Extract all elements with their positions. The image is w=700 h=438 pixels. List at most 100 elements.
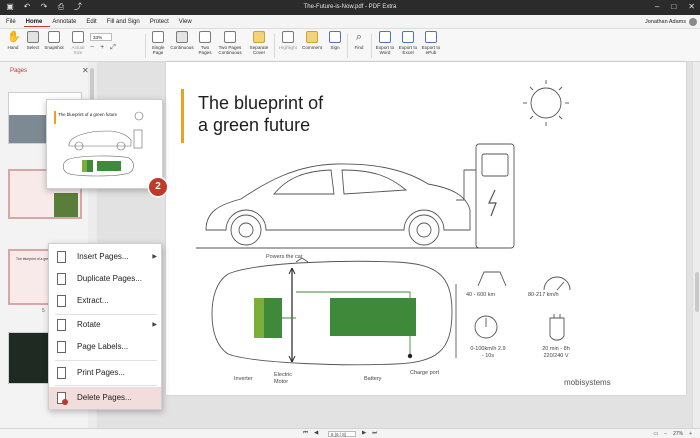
zoom-in-icon[interactable]: + [100, 44, 104, 52]
ribbon-divider [145, 34, 146, 58]
menu-item-insert-pages[interactable]: Insert Pages... ▶ [49, 246, 161, 268]
zoom-in-status-icon[interactable]: + [689, 431, 692, 437]
charge-port-dot [407, 353, 413, 359]
car-wheel [408, 214, 440, 246]
last-page-icon[interactable]: ⏭ [372, 430, 377, 437]
electric-motor-label: Electric Motor [274, 372, 293, 385]
minimize-icon[interactable]: – [655, 2, 659, 12]
menu-item-label: Rotate [77, 320, 101, 329]
two-pages-continuous-button[interactable]: Two Pages Continuous [216, 31, 244, 55]
charge-port-label: Charge port [410, 370, 440, 376]
two-pages-button[interactable]: Two Pages [196, 31, 214, 55]
zoom-level[interactable]: 27% [673, 431, 683, 437]
continuous-button[interactable]: Continuous [170, 31, 194, 50]
duplicate-pages-icon [57, 273, 66, 285]
menu-item-duplicate-pages[interactable]: Duplicate Pages... [49, 268, 161, 290]
title-bar: ▣ ↶ ↷ ⎙ ⤴ The-Future-is-Now.pdf - PDF Ex… [0, 0, 700, 15]
ribbon-divider [371, 34, 372, 58]
export-epub-button[interactable]: Export to ePub [420, 31, 442, 55]
export-excel-button[interactable]: Export to Excel [397, 31, 419, 55]
speedometer-icon [543, 276, 571, 291]
menu-item-delete-pages[interactable]: Delete Pages... [49, 387, 161, 409]
first-page-icon[interactable]: ⏮ [303, 430, 308, 437]
next-page-icon[interactable]: ▶ [362, 430, 366, 437]
pages-panel-title: Pages [10, 68, 28, 74]
menu-item-label: Delete Pages... [77, 393, 132, 402]
single-page-icon [152, 31, 164, 43]
status-bar: ⏮ ◀ 6 (6 / 8) ▶ ⏭ ▭ − 27% + [0, 428, 700, 438]
menu-item-extract[interactable]: Extract... [49, 290, 161, 312]
hand-button[interactable]: ✋ Hand [4, 31, 22, 50]
search-icon: ⌕ [355, 31, 363, 43]
prev-page-icon[interactable]: ◀ [314, 430, 318, 437]
inverter-label: Inverter [234, 376, 253, 382]
scrollbar-thumb[interactable] [695, 272, 699, 312]
continuous-icon [176, 31, 188, 43]
menu-annotate[interactable]: Annotate [50, 18, 84, 27]
sun-icon [530, 87, 562, 119]
export-word-button[interactable]: Export to Word [374, 31, 396, 55]
menu-home[interactable]: Home [23, 18, 51, 27]
hand-icon: ✋ [7, 31, 21, 43]
word-icon [379, 31, 391, 43]
car-wheel [230, 214, 262, 246]
window-title: The-Future-is-Now.pdf - PDF Extra [303, 4, 397, 10]
maximize-icon[interactable]: □ [671, 2, 676, 12]
ribbon-toolbar: ✋ Hand Select Snapshot Actual Size 33% − … [0, 29, 700, 62]
fit-icon[interactable]: ⤢ [110, 44, 116, 52]
submenu-arrow-icon: ▶ [152, 254, 157, 260]
powers-label: Powers the car [266, 254, 303, 260]
menu-separator [55, 385, 157, 386]
menu-item-rotate[interactable]: Rotate ▶ [49, 314, 161, 336]
menu-file[interactable]: File [4, 18, 24, 27]
insert-pages-icon [57, 251, 66, 263]
sign-button[interactable]: Sign [326, 31, 344, 50]
motor-block [264, 298, 282, 338]
menu-item-print-pages[interactable]: Print Pages... [49, 362, 161, 384]
document-area[interactable]: The blueprint of a green future Powers t… [97, 62, 692, 428]
two-pages-icon [199, 31, 211, 43]
user-name[interactable]: Jonathan Adams [645, 19, 686, 25]
page-drag-preview: The blueprint of a green future [46, 99, 163, 189]
menu-item-page-labels[interactable]: Page Labels... [49, 336, 161, 358]
zoom-out-status-icon[interactable]: − [664, 431, 667, 437]
menu-item-label: Extract... [77, 296, 109, 305]
menu-view[interactable]: View [177, 18, 200, 27]
car-window [341, 169, 408, 195]
highlight-icon [282, 31, 294, 43]
separate-cover-button[interactable]: Separate Cover [247, 31, 271, 55]
zoom-out-icon[interactable]: − [90, 44, 94, 52]
submenu-arrow-icon: ▶ [152, 322, 157, 328]
close-icon[interactable]: ✕ [688, 2, 695, 12]
range-icon [477, 271, 507, 287]
highlight-button[interactable]: Highlight [277, 31, 299, 50]
battery-block [330, 298, 416, 336]
menu-item-label: Print Pages... [77, 368, 126, 377]
plug-icon [549, 317, 565, 341]
document-scrollbar[interactable] [692, 62, 700, 428]
page-number: 5 [42, 308, 45, 314]
thumbnail-image [54, 193, 78, 217]
zoom-input[interactable]: 33% [90, 33, 112, 41]
menu-item-label: Duplicate Pages... [77, 274, 142, 283]
find-button[interactable]: ⌕ Find [350, 31, 368, 50]
actual-size-button[interactable]: Actual Size [69, 31, 87, 55]
preview-illustration [62, 111, 144, 177]
snapshot-button[interactable]: Snapshot [43, 31, 65, 50]
page-labels-icon [57, 341, 66, 353]
cursor-icon [27, 31, 39, 43]
menu-fill-and-sign[interactable]: Fill and Sign [105, 18, 148, 27]
page-number-input[interactable]: 6 (6 / 8) [328, 431, 356, 437]
menu-protect[interactable]: Protect [148, 18, 177, 27]
pdf-page[interactable]: The blueprint of a green future Powers t… [166, 62, 686, 395]
menu-edit[interactable]: Edit [84, 18, 104, 27]
ribbon-divider [274, 34, 275, 58]
rotate-icon [57, 319, 66, 331]
avatar[interactable] [689, 18, 697, 26]
battery-label: Battery [364, 376, 382, 382]
fit-page-icon[interactable]: ▭ [653, 431, 658, 437]
select-button[interactable]: Select [24, 31, 42, 50]
camera-icon [48, 31, 60, 43]
single-page-button[interactable]: Single Page [148, 31, 168, 55]
comment-button[interactable]: Comment [301, 31, 323, 50]
